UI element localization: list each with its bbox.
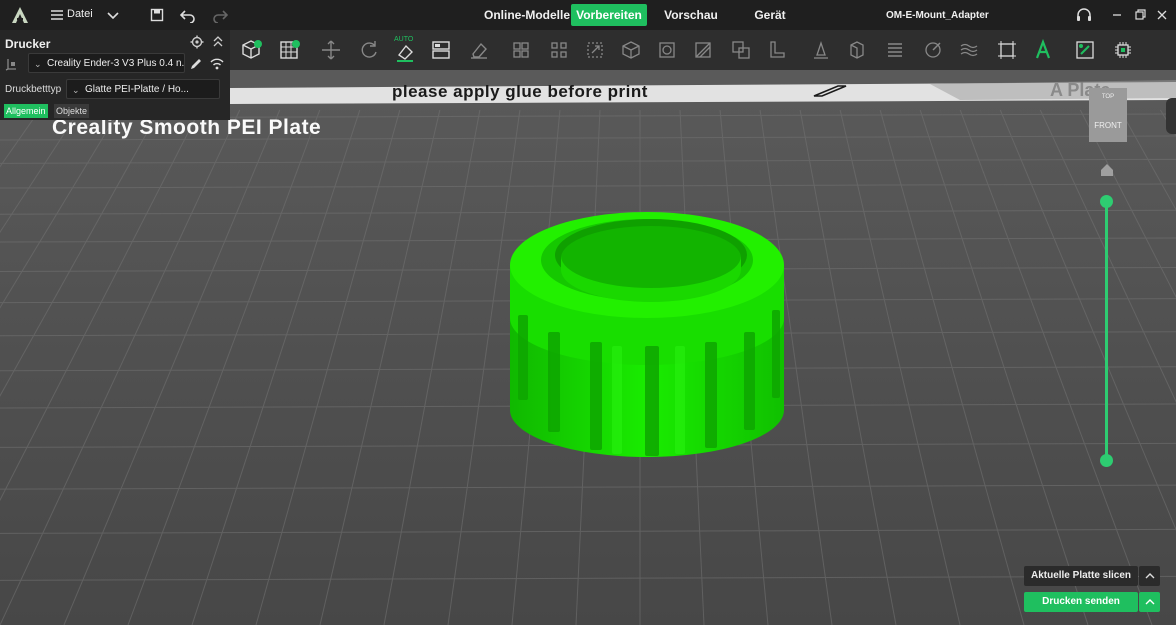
split-icon[interactable] xyxy=(726,35,756,65)
minimize-icon[interactable] xyxy=(1108,6,1126,24)
box-icon[interactable] xyxy=(616,35,646,65)
wifi-icon[interactable] xyxy=(209,57,225,71)
cylinder-icon[interactable] xyxy=(652,35,682,65)
layout-dots-icon[interactable] xyxy=(544,35,574,65)
support-icon[interactable] xyxy=(762,35,792,65)
plate-notice: please apply glue before print xyxy=(392,82,648,101)
rotate-icon[interactable] xyxy=(354,35,384,65)
slice-options-button[interactable] xyxy=(1139,566,1160,586)
erase-icon[interactable] xyxy=(464,35,494,65)
layer-slider-track[interactable] xyxy=(1105,201,1108,461)
project-title: OM-E-Mount_Adapter xyxy=(886,10,989,21)
scale-icon[interactable] xyxy=(580,35,610,65)
pencil-icon xyxy=(812,84,848,98)
layout-grid-icon[interactable] xyxy=(506,35,536,65)
chevron-down-icon[interactable] xyxy=(106,8,120,22)
view-cube-front[interactable]: FRONT xyxy=(1089,121,1127,130)
restore-icon[interactable] xyxy=(1131,6,1149,24)
save-icon[interactable] xyxy=(150,8,164,22)
slice-plate-button[interactable]: Aktuelle Platte slicen xyxy=(1024,566,1138,586)
view-cube-top[interactable]: TOP xyxy=(1089,94,1127,100)
chevron-up-icon xyxy=(1145,599,1154,605)
title-bar: Datei Online-Modelle Vorbereiten Vorscha… xyxy=(0,0,1176,30)
chevron-down-icon: ⌄ xyxy=(34,59,42,69)
bounds-icon[interactable] xyxy=(992,35,1022,65)
send-options-button[interactable] xyxy=(1139,592,1160,612)
tab-general[interactable]: Allgemein xyxy=(4,104,48,118)
gear-icon[interactable] xyxy=(190,35,204,49)
file-menu-label[interactable]: Datei xyxy=(67,8,93,20)
auto-badge: AUTO xyxy=(394,36,414,43)
collapse-up-icon[interactable] xyxy=(212,35,224,49)
layer-slider-bottom-handle[interactable] xyxy=(1100,454,1113,467)
grid-add-icon[interactable] xyxy=(274,35,304,65)
tab-objects[interactable]: Objekte xyxy=(54,104,90,118)
3d-viewport[interactable]: please apply glue before print Creality … xyxy=(0,70,1176,625)
cut-icon[interactable] xyxy=(806,35,836,65)
assemble-icon[interactable] xyxy=(1070,35,1100,65)
tab-preview[interactable]: Vorschau xyxy=(660,4,722,26)
panel-collapse-button[interactable] xyxy=(1166,98,1176,134)
close-icon[interactable] xyxy=(1153,6,1171,24)
printer-select[interactable]: ⌄ Creality Ender-3 V3 Plus 0.4 n... xyxy=(28,53,185,73)
printer-panel: Drucker ⌄ Creality Ender-3 V3 Plus 0.4 n… xyxy=(0,30,230,120)
hamburger-menu-icon[interactable] xyxy=(50,8,64,22)
printer-name: Creality Ender-3 V3 Plus 0.4 n... xyxy=(47,58,185,69)
chip-icon[interactable] xyxy=(1108,35,1138,65)
adapter-model[interactable] xyxy=(510,212,784,457)
headset-icon[interactable] xyxy=(1075,6,1093,24)
app-logo-icon[interactable] xyxy=(10,5,30,25)
text-tool-icon[interactable] xyxy=(1028,35,1058,65)
arrange-icon[interactable] xyxy=(426,35,456,65)
home-icon[interactable] xyxy=(1099,162,1115,178)
bed-type-select[interactable]: ⌄ Glatte PEI-Platte / Ho... xyxy=(66,79,220,99)
redo-icon[interactable] xyxy=(212,7,229,24)
chevron-down-icon: ⌄ xyxy=(72,85,80,95)
slice-plane-icon[interactable] xyxy=(688,35,718,65)
bed-type-value: Glatte PEI-Platte / Ho... xyxy=(85,84,189,95)
undo-icon[interactable] xyxy=(179,7,196,24)
chevron-up-icon xyxy=(1145,573,1154,579)
send-print-button[interactable]: Drucken senden xyxy=(1024,592,1138,612)
tab-prepare[interactable]: Vorbereiten xyxy=(571,4,647,26)
mesh-icon[interactable] xyxy=(880,35,910,65)
seam-paint-icon[interactable] xyxy=(918,35,948,65)
edit-pencil-icon[interactable] xyxy=(189,57,203,71)
fuzzy-skin-icon[interactable] xyxy=(954,35,984,65)
printer-header: Drucker xyxy=(5,37,51,51)
add-object-icon[interactable] xyxy=(236,35,266,65)
bed-type-label: Druckbetttyp xyxy=(5,84,62,95)
printer-icon xyxy=(5,57,19,71)
measure-icon[interactable] xyxy=(842,35,872,65)
move-icon[interactable] xyxy=(316,35,346,65)
tab-device[interactable]: Gerät xyxy=(748,4,792,26)
layer-slider-top-handle[interactable] xyxy=(1100,195,1113,208)
main-toolbar: AUTO xyxy=(230,30,1176,70)
view-cube[interactable]: TOP FRONT xyxy=(1089,88,1127,142)
tab-online-models[interactable]: Online-Modelle xyxy=(482,4,572,26)
